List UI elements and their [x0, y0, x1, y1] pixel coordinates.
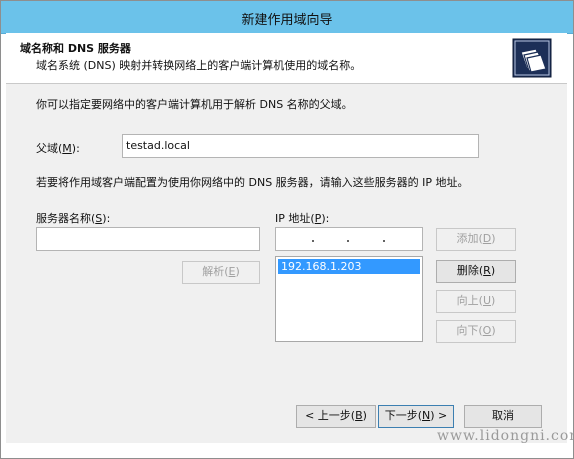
wizard-folder-icon: [512, 38, 552, 78]
cancel-button[interactable]: 取消: [464, 405, 542, 428]
intro-text: 你可以指定要网络中的客户端计算机用于解析 DNS 名称的父域。: [36, 98, 353, 111]
resolve-button[interactable]: 解析(E): [182, 261, 260, 284]
wizard-header: 域名称和 DNS 服务器 域名系统 (DNS) 映射并转换网络上的客户端计算机使…: [6, 33, 567, 83]
ip-address-input[interactable]: [275, 227, 423, 251]
dns-instruction-text: 若要将作用域客户端配置为使用你网络中的 DNS 服务器，请输入这些服务器的 IP…: [36, 176, 469, 189]
move-down-button[interactable]: 向下(O): [436, 320, 516, 343]
wizard-content: 你可以指定要网络中的客户端计算机用于解析 DNS 名称的父域。 父域(M): t…: [6, 84, 567, 394]
title-bar[interactable]: 新建作用域向导: [1, 1, 573, 34]
add-button[interactable]: 添加(D): [436, 228, 516, 251]
header-title: 域名称和 DNS 服务器: [20, 42, 131, 55]
delete-button[interactable]: 删除(R): [436, 260, 516, 283]
parent-domain-value: testad.local: [126, 139, 190, 152]
header-subtitle: 域名系统 (DNS) 映射并转换网络上的客户端计算机使用的域名称。: [36, 59, 362, 72]
ip-separator-dot: [383, 240, 385, 242]
ip-address-label: IP 地址(P):: [275, 212, 330, 225]
dns-server-list[interactable]: 192.168.1.203: [275, 256, 423, 342]
window-title: 新建作用域向导: [241, 13, 333, 28]
watermark-text: www.lidongni.com: [437, 428, 574, 444]
server-name-input[interactable]: [36, 227, 260, 251]
back-button[interactable]: < 上一步(B): [296, 405, 376, 428]
next-button[interactable]: 下一步(N) >: [378, 405, 454, 428]
parent-domain-input[interactable]: testad.local: [122, 134, 479, 158]
dns-server-list-item[interactable]: 192.168.1.203: [278, 259, 420, 274]
ip-separator-dot: [312, 240, 314, 242]
parent-domain-label: 父域(M):: [36, 142, 80, 155]
move-up-button[interactable]: 向上(U): [436, 290, 516, 313]
server-name-label: 服务器名称(S):: [36, 212, 111, 225]
ip-separator-dot: [347, 240, 349, 242]
